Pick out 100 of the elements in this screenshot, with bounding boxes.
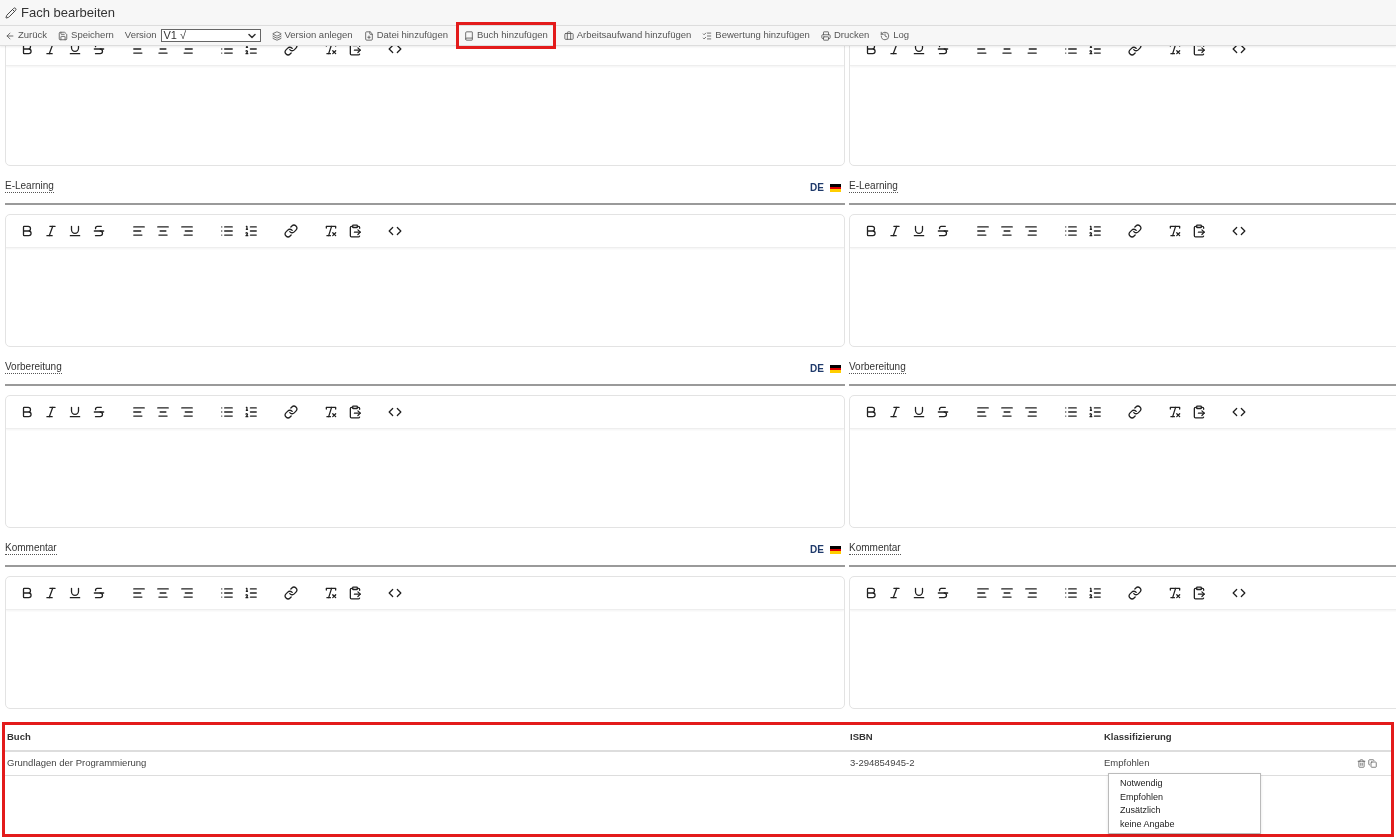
toolbar-button[interactable]: Drucken [820,28,870,43]
align-right-button[interactable] [1024,586,1038,600]
align-center-button[interactable] [156,405,170,419]
bold-button[interactable] [20,46,34,56]
bullet-list-button[interactable] [1064,46,1078,56]
clear-format-button[interactable] [1168,46,1182,56]
clipboard-button[interactable] [348,405,362,419]
strikethrough-button[interactable] [936,224,950,238]
bold-button[interactable] [864,46,878,56]
link-button[interactable] [284,224,298,238]
clear-format-button[interactable] [324,46,338,56]
strikethrough-button[interactable] [936,46,950,56]
italic-button[interactable] [888,586,902,600]
code-button[interactable] [1232,586,1246,600]
align-center-button[interactable] [156,46,170,56]
toolbar-button[interactable]: Bewertung hinzufügen [702,28,810,43]
link-button[interactable] [1128,405,1142,419]
code-button[interactable] [1232,46,1246,56]
align-right-button[interactable] [180,224,194,238]
numbered-list-button[interactable] [244,405,258,419]
underline-button[interactable] [68,46,82,56]
align-right-button[interactable] [180,405,194,419]
dropdown-option[interactable]: keine Angabe [1120,817,1260,831]
align-center-button[interactable] [1000,405,1014,419]
clipboard-button[interactable] [1192,405,1206,419]
align-left-button[interactable] [132,224,146,238]
toolbar-button[interactable]: Log [880,28,910,43]
bold-button[interactable] [864,586,878,600]
clear-format-button[interactable] [1168,224,1182,238]
code-button[interactable] [388,405,402,419]
align-center-button[interactable] [1000,586,1014,600]
clear-format-button[interactable] [1168,405,1182,419]
version-select[interactable]: V1 √ [160,29,261,42]
clipboard-button[interactable] [348,586,362,600]
toolbar-button[interactable]: Version anlegen [271,28,353,43]
strikethrough-button[interactable] [92,586,106,600]
underline-button[interactable] [68,224,82,238]
align-center-button[interactable] [156,586,170,600]
align-left-button[interactable] [132,586,146,600]
align-right-button[interactable] [1024,224,1038,238]
bold-button[interactable] [864,224,878,238]
numbered-list-button[interactable] [1088,224,1102,238]
bullet-list-button[interactable] [1064,405,1078,419]
link-button[interactable] [1128,224,1142,238]
numbered-list-button[interactable] [1088,405,1102,419]
code-button[interactable] [388,46,402,56]
bullet-list-button[interactable] [1064,224,1078,238]
strikethrough-button[interactable] [92,46,106,56]
numbered-list-button[interactable] [1088,46,1102,56]
trash-icon[interactable] [1357,759,1366,768]
align-right-button[interactable] [1024,405,1038,419]
bullet-list-button[interactable] [220,586,234,600]
strikethrough-button[interactable] [92,224,106,238]
link-button[interactable] [284,586,298,600]
bullet-list-button[interactable] [220,224,234,238]
bullet-list-button[interactable] [220,405,234,419]
clear-format-button[interactable] [324,224,338,238]
toolbar-button[interactable]: Datei hinzufügen [363,28,448,43]
code-button[interactable] [388,586,402,600]
align-left-button[interactable] [976,586,990,600]
dropdown-option[interactable]: Zusätzlich [1120,804,1260,818]
toolbar-button[interactable]: Buch hinzufügen [458,25,553,46]
toolbar-button[interactable]: Speichern [58,28,114,43]
code-button[interactable] [388,224,402,238]
italic-button[interactable] [44,405,58,419]
copy-icon[interactable] [1368,759,1377,768]
underline-button[interactable] [912,46,926,56]
align-center-button[interactable] [1000,46,1014,56]
strikethrough-button[interactable] [92,405,106,419]
link-button[interactable] [1128,586,1142,600]
bold-button[interactable] [864,405,878,419]
strikethrough-button[interactable] [936,405,950,419]
numbered-list-button[interactable] [244,46,258,56]
link-button[interactable] [1128,46,1142,56]
dropdown-option[interactable]: Notwendig [1120,777,1260,791]
code-button[interactable] [1232,405,1246,419]
clipboard-button[interactable] [1192,586,1206,600]
clipboard-button[interactable] [348,46,362,56]
align-center-button[interactable] [1000,224,1014,238]
clear-format-button[interactable] [324,586,338,600]
bold-button[interactable] [20,224,34,238]
italic-button[interactable] [888,224,902,238]
code-button[interactable] [1232,224,1246,238]
italic-button[interactable] [888,405,902,419]
align-left-button[interactable] [976,224,990,238]
underline-button[interactable] [912,405,926,419]
bold-button[interactable] [20,586,34,600]
underline-button[interactable] [912,224,926,238]
numbered-list-button[interactable] [244,224,258,238]
clear-format-button[interactable] [324,405,338,419]
link-button[interactable] [284,46,298,56]
dropdown-option[interactable]: Empfohlen [1120,790,1260,804]
align-left-button[interactable] [976,405,990,419]
classification-select[interactable]: Empfohlen [1104,756,1150,771]
underline-button[interactable] [68,586,82,600]
align-left-button[interactable] [132,405,146,419]
align-center-button[interactable] [156,224,170,238]
clipboard-button[interactable] [1192,224,1206,238]
bullet-list-button[interactable] [220,46,234,56]
underline-button[interactable] [912,586,926,600]
